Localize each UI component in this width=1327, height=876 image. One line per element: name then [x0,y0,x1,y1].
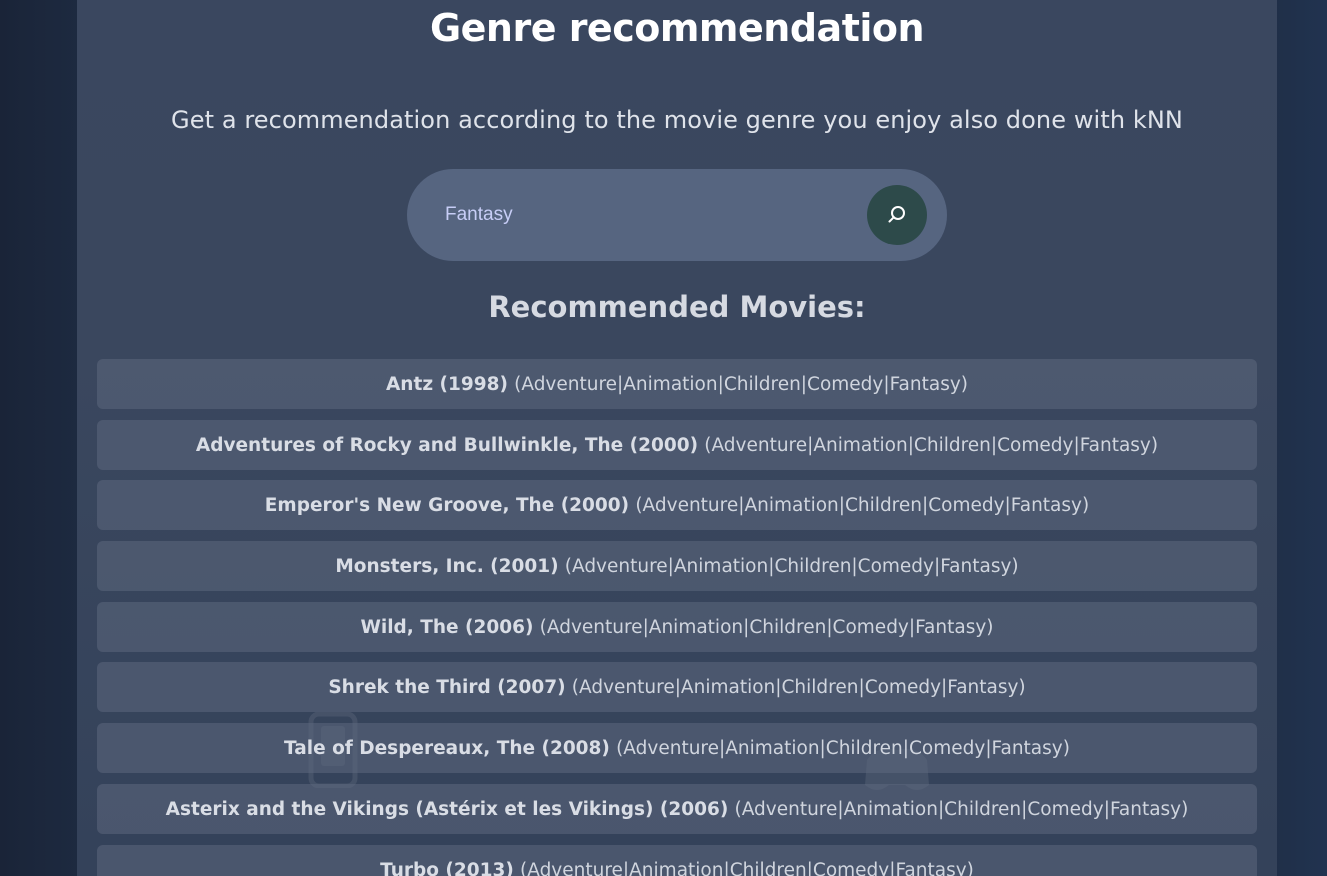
movie-item[interactable]: Antz (1998) (Adventure|Animation|Childre… [97,359,1257,409]
movie-title: Wild, The (2006) [360,616,534,638]
movie-genres: (Adventure|Animation|Children|Comedy|Fan… [564,556,1019,578]
movie-genres: (Adventure|Animation|Children|Comedy|Fan… [571,677,1026,699]
movie-item[interactable]: Tale of Despereaux, The (2008) (Adventur… [97,723,1257,774]
movie-title: Tale of Despereaux, The (2008) [284,738,610,760]
search-button[interactable] [867,185,927,245]
recommended-heading: Recommended Movies: [488,290,866,324]
main-panel: Genre recommendation Get a recommendatio… [77,0,1277,876]
movie-title: Asterix and the Vikings (Astérix et les … [165,798,729,820]
page-title: Genre recommendation [429,6,925,50]
movie-item[interactable]: Turbo (2013) (Adventure|Animation|Childr… [97,844,1257,876]
movie-genres: (Adventure|Animation|Children|Comedy|Fan… [635,495,1090,517]
movie-item[interactable]: Emperor's New Groove, The (2000) (Advent… [97,480,1257,531]
movie-item[interactable]: Asterix and the Vikings (Astérix et les … [97,783,1257,834]
movie-item[interactable]: Shrek the Third (2007) (Adventure|Animat… [97,662,1257,713]
movie-title: Turbo (2013) [380,859,514,876]
movie-list: Antz (1998) (Adventure|Animation|Childre… [97,359,1257,876]
movie-genres: (Adventure|Animation|Children|Comedy|Fan… [514,374,968,395]
movie-genres: (Adventure|Animation|Children|Comedy|Fan… [539,616,994,638]
movie-genres: (Adventure|Animation|Children|Comedy|Fan… [616,738,1070,760]
movie-item[interactable]: Wild, The (2006) (Adventure|Animation|Ch… [97,601,1257,652]
movie-title: Emperor's New Groove, The (2000) [264,495,630,517]
search-icon [888,206,905,223]
movie-title: Adventures of Rocky and Bullwinkle, The … [195,434,699,456]
movie-item[interactable]: Monsters, Inc. (2001) (Adventure|Animati… [97,541,1257,592]
page-subtitle: Get a recommendation according to the mo… [171,106,1183,134]
movie-title: Monsters, Inc. (2001) [335,556,559,578]
movie-genres: (Adventure|Animation|Children|Comedy|Fan… [520,859,974,876]
genre-search-input[interactable] [445,195,855,235]
movie-title: Shrek the Third (2007) [328,677,566,699]
movie-title: Antz (1998) [385,374,508,395]
movie-genres: (Adventure|Animation|Children|Comedy|Fan… [734,798,1189,820]
movie-genres: (Adventure|Animation|Children|Comedy|Fan… [704,434,1159,456]
movie-item[interactable]: Adventures of Rocky and Bullwinkle, The … [97,419,1257,470]
search-bar [407,169,947,261]
